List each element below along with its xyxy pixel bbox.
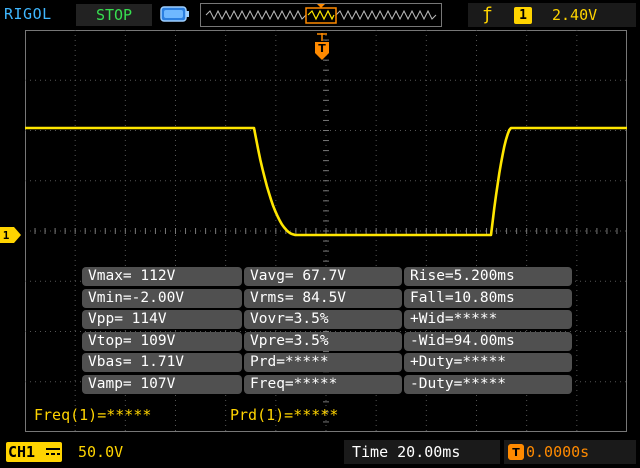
measurement-value: Vamp= 107V [82,374,242,394]
measurement-value: +Duty=***** [404,353,572,372]
measurement-value: Vtop= 109V [82,331,242,351]
trigger-position-marker[interactable]: T [314,33,330,61]
measurement-value: Vpre=3.5% [244,331,402,351]
measurement-value: +Wid=***** [404,310,572,329]
measurement-value: Vrms= 84.5V [244,288,402,308]
channel-1-ground-marker[interactable]: 1 [0,227,22,243]
frequency-counter: Freq(1)=***** [34,406,152,424]
trigger-settings[interactable]: ƒ 1 2.40V [468,3,636,27]
memory-waveform-overview[interactable] [200,3,442,27]
vertical-scale: 50.0V [78,443,124,461]
timebase-panel[interactable]: Time 20.00ms [344,440,500,464]
measurement-value: Vavg= 67.7V [244,267,402,286]
dc-coupling-icon [46,448,60,455]
measurement-value: Fall=10.80ms [404,288,572,308]
measurement-value: Rise=5.200ms [404,267,572,286]
measurement-value: Prd=***** [244,353,402,372]
run-stop-status[interactable]: STOP [76,4,152,26]
measurement-value: Freq=***** [244,374,402,394]
measurement-value: Vmax= 112V [82,267,242,286]
measurement-row: Vmin=-2.00V Vrms= 84.5V Fall=10.80ms [82,288,572,310]
svg-text:T: T [512,446,520,459]
channel-marker-label: 1 [3,229,10,242]
trigger-source-badge: 1 [514,7,532,24]
bottom-status-bar: CH1 50.0V Time 20.00ms T 0.0000s [0,436,640,468]
measurement-table: Vmax= 112V Vavg= 67.7V Rise=5.200ms Vmin=-2… [82,266,572,395]
measurement-value: Vpp= 114V [82,310,242,329]
top-status-bar: RIGOL STOP ƒ 1 2.40V [0,0,640,30]
measurement-row: Vbas= 1.71V Prd=***** +Duty=***** [82,352,572,374]
timebase-value: Time 20.00ms [352,443,461,461]
svg-text:T: T [318,42,326,55]
trigger-offset-icon: T [508,444,524,460]
battery-icon [160,6,189,22]
measurement-value: Vmin=-2.00V [82,288,242,308]
trigger-level: 2.40V [552,6,598,24]
period-counter: Prd(1)=***** [230,406,339,424]
measurement-value: -Duty=***** [404,374,572,394]
measurement-value: Vovr=3.5% [244,310,402,329]
measurement-value: -Wid=94.00ms [404,331,572,351]
measurement-row: Vamp= 107V Freq=***** -Duty=***** [82,374,572,396]
measurement-row: Vpp= 114V Vovr=3.5% +Wid=***** [82,309,572,331]
channel-1-trace [25,126,627,237]
channel-1-badge[interactable]: CH1 [6,442,62,462]
brand-logo: RIGOL [4,5,52,23]
measurement-value: Vbas= 1.71V [82,353,242,372]
channel-label: CH1 [8,443,36,461]
measurement-row: Vtop= 109V Vpre=3.5% -Wid=94.00ms [82,331,572,353]
trigger-offset-value: 0.0000s [526,443,590,461]
rising-edge-icon: ƒ [482,4,493,25]
trigger-offset-panel[interactable]: T 0.0000s [504,440,636,464]
measurement-row: Vmax= 112V Vavg= 67.7V Rise=5.200ms [82,266,572,288]
